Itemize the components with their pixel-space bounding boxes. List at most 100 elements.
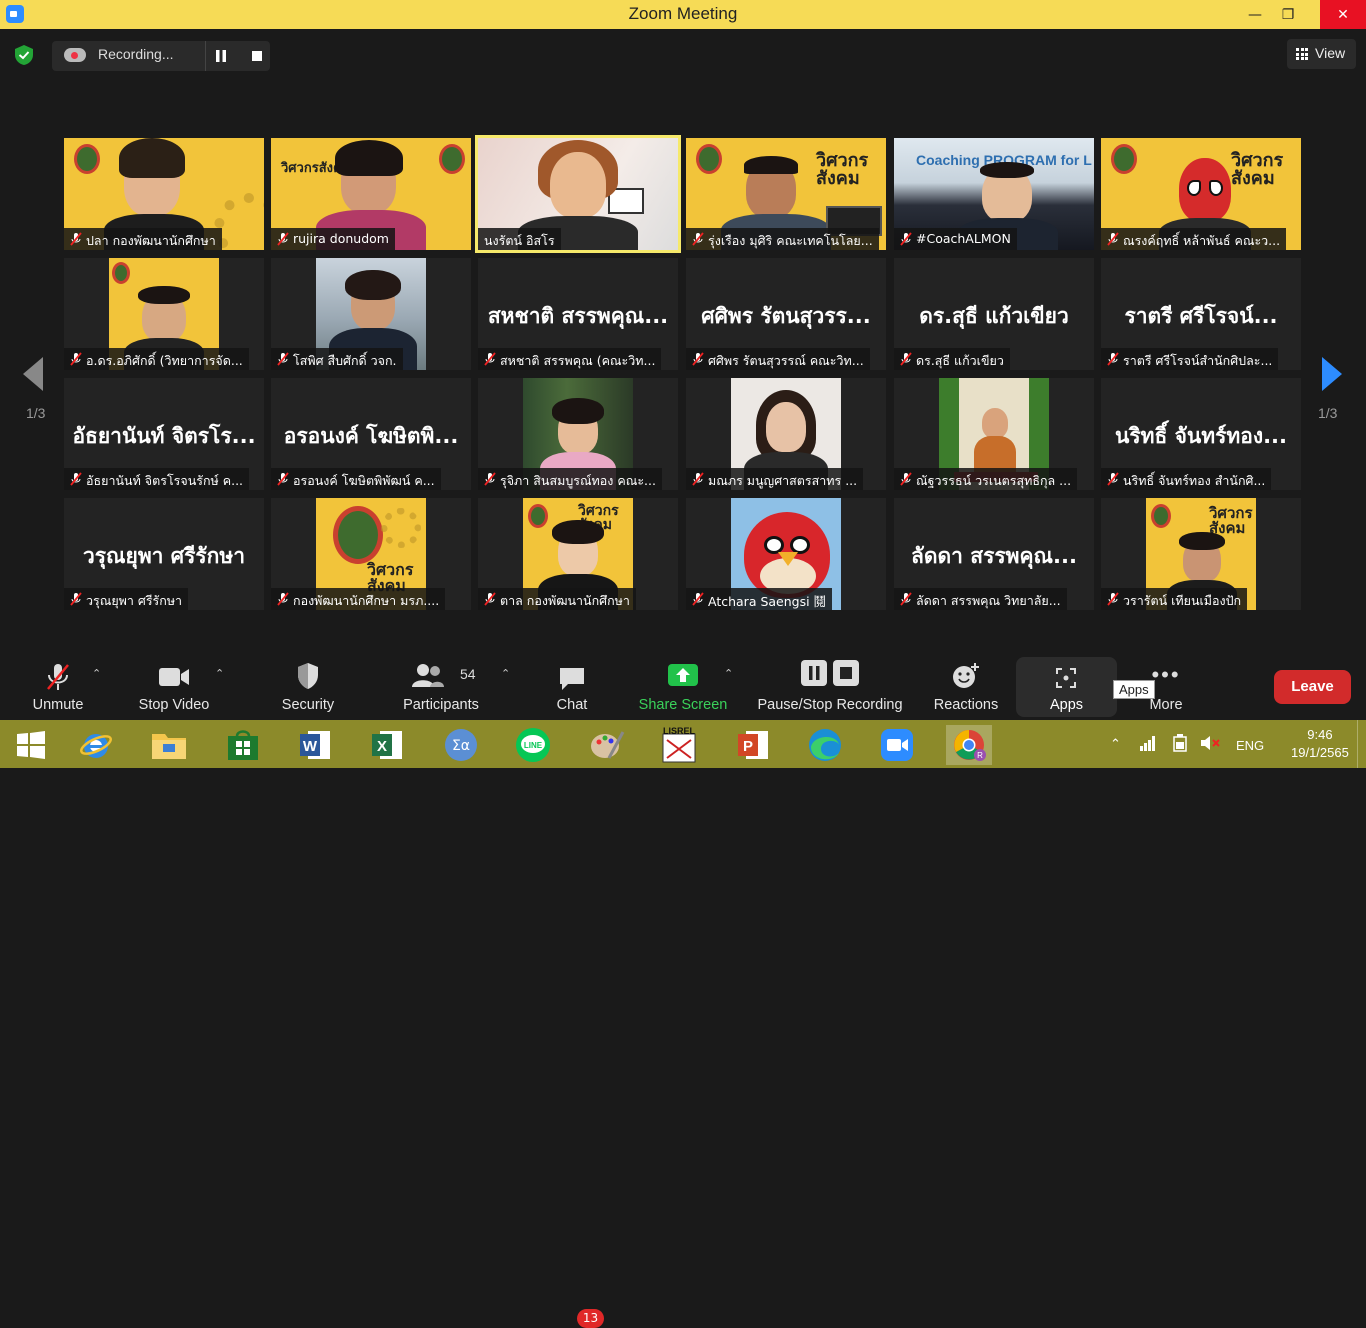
video-tile[interactable]: Coaching PROGRAM for L #CoachALMON xyxy=(894,138,1094,250)
next-page-arrow-icon[interactable] xyxy=(1320,357,1342,391)
video-tile[interactable]: โสพิศ สืบศักดิ์ วจก. xyxy=(271,258,471,370)
edge-browser-icon[interactable] xyxy=(802,725,848,765)
video-tile[interactable]: ดร.สุธี แก้วเขียว ดร.สุธี แก้วเขียว xyxy=(894,258,1094,370)
input-language[interactable]: ENG xyxy=(1236,738,1264,753)
start-button[interactable] xyxy=(8,725,54,765)
zoom-taskbar-icon[interactable] xyxy=(874,725,920,765)
stop-video-button[interactable]: Stop Video xyxy=(130,652,218,720)
unmute-button[interactable]: Unmute xyxy=(18,652,98,720)
reactions-label: Reactions xyxy=(933,697,999,713)
reactions-button[interactable]: Reactions xyxy=(928,652,1004,720)
file-explorer-icon[interactable] xyxy=(146,725,192,765)
volume-muted-icon[interactable] xyxy=(1200,735,1220,751)
video-tile[interactable]: ณัฐวรรธน์ วรเนตรสุทธิกุล ... xyxy=(894,378,1094,490)
show-desktop-button[interactable] xyxy=(1357,720,1366,768)
participant-face xyxy=(550,152,606,218)
video-tile[interactable]: สหชาติ สรรพคุณ... สหชาติ สรรพคุณ (คณะวิท… xyxy=(478,258,678,370)
excel-icon[interactable]: X xyxy=(364,725,410,765)
video-tile[interactable]: วรุณยุพา ศรีรักษา วรุณยุพา ศรีรักษา xyxy=(64,498,264,610)
video-tile[interactable]: อ.ดร.อภิศักดิ์ (วิทยาการจัด... xyxy=(64,258,264,370)
muted-mic-icon xyxy=(277,592,289,606)
recording-label: Recording... xyxy=(98,46,174,62)
video-tile[interactable]: วิศวกรสังคม ตาล กองพัฒนานักศึกษา xyxy=(478,498,678,610)
video-tile[interactable]: ราตรี ศรีโรจน์... ราตรี ศรีโรจน์สำนักศิป… xyxy=(1101,258,1301,370)
video-tile[interactable]: ศศิพร รัตนสุวรร... ศศิพร รัตนสุวรรณ์ คณะ… xyxy=(686,258,886,370)
participant-hair xyxy=(345,270,401,300)
participant-display-name: ลัดดา สรรพคุณ... xyxy=(911,544,1077,568)
participant-display-name: อรอนงค์ โฆษิตพิ... xyxy=(283,424,459,448)
muted-mic-icon xyxy=(692,472,704,486)
battery-icon[interactable] xyxy=(1172,734,1188,752)
muted-mic-icon xyxy=(1107,472,1119,486)
network-signal-icon[interactable] xyxy=(1140,735,1156,751)
video-tile[interactable]: อัธยานันท์ จิตรโร... อัธยานันท์ จิตรโรจน… xyxy=(64,378,264,490)
gear-decoration xyxy=(381,508,421,548)
show-hidden-icons-caret[interactable]: ⌃ xyxy=(1110,736,1121,752)
video-tile[interactable]: อรอนงค์ โฆษิตพิ... อรอนงค์ โฆษิตพิพัฒน์ … xyxy=(271,378,471,490)
lisrel-icon[interactable]: LISREL xyxy=(656,725,702,765)
participant-display-name: ศศิพร รัตนสุวรร... xyxy=(701,304,871,328)
participant-display-name: นริทธิ์ จันทร์ทอง... xyxy=(1114,424,1288,448)
internet-explorer-icon[interactable] xyxy=(73,725,119,765)
svg-text:Σα: Σα xyxy=(452,738,470,754)
participant-name: อัธยานันท์ จิตรโรจนรักษ์ ค... xyxy=(64,468,250,490)
participant-name: วรารัตน์ เทียนเมืองปัก xyxy=(1101,588,1248,610)
muted-mic-icon xyxy=(277,232,289,246)
chat-unread-badge: 13 xyxy=(577,1309,604,1328)
video-options-caret-icon[interactable]: ⌃ xyxy=(215,667,224,680)
chat-button[interactable]: Chat xyxy=(540,652,604,720)
encryption-shield-icon[interactable] xyxy=(13,44,35,66)
paint-icon[interactable] xyxy=(584,725,630,765)
powerpoint-icon[interactable]: P xyxy=(730,725,776,765)
clock-date: 19/1/2565 xyxy=(1291,745,1349,760)
maximize-button[interactable]: ❐ xyxy=(1268,0,1308,29)
muted-mic-icon xyxy=(692,232,704,246)
participant-display-name: ดร.สุธี แก้วเขียว xyxy=(919,304,1069,328)
apps-label: Apps xyxy=(1049,697,1084,713)
line-app-icon[interactable]: LINE xyxy=(510,725,556,765)
audio-options-caret-icon[interactable]: ⌃ xyxy=(92,667,101,680)
video-tile[interactable]: รุจิภา สินสมบูรณ์ทอง คณะ... xyxy=(478,378,678,490)
brand-logo-text: วิศวกรสังคม xyxy=(1209,504,1253,537)
leave-button[interactable]: Leave xyxy=(1274,670,1351,704)
window-titlebar: Zoom Meeting — ❐ ✕ xyxy=(0,0,1366,29)
video-tile[interactable]: ปลา กองพัฒนานักศึกษา xyxy=(64,138,264,250)
video-tile[interactable]: วิศวกรสังคม ณรงค์ฤทธิ์ หล้าพันธ์ คณะว... xyxy=(1101,138,1301,250)
apps-icon xyxy=(1056,668,1076,688)
participants-button[interactable]: 54 Participants xyxy=(395,652,487,720)
share-screen-button[interactable]: Share Screen xyxy=(636,652,730,720)
calculator-math-icon[interactable]: Σα xyxy=(438,725,484,765)
recording-indicator: Recording... xyxy=(52,41,270,71)
active-speaker-tile[interactable]: นงรัตน์ อิสโร xyxy=(475,135,681,253)
stop-recording-icon[interactable] xyxy=(251,50,263,62)
apps-button[interactable]: Apps xyxy=(1016,657,1117,717)
video-tile[interactable]: วิศวกรสังคม รุ่งเรือง มุศิริ คณะเทคโนโลย… xyxy=(686,138,886,250)
muted-mic-icon xyxy=(900,592,912,606)
share-options-caret-icon[interactable]: ⌃ xyxy=(724,667,733,680)
video-camera-icon xyxy=(159,668,189,686)
participant-name: ณัฐวรรธน์ วรเนตรสุทธิกุล ... xyxy=(894,468,1078,490)
angry-bird-eye xyxy=(764,536,784,554)
video-tile[interactable]: ลัดดา สรรพคุณ... ลัดดา สรรพคุณ วิทยาลัย.… xyxy=(894,498,1094,610)
previous-page-arrow-icon[interactable] xyxy=(23,357,45,391)
participants-options-caret-icon[interactable]: ⌃ xyxy=(501,667,510,680)
microsoft-store-icon[interactable] xyxy=(220,725,266,765)
security-button[interactable]: Security xyxy=(270,652,346,720)
page-indicator-right: 1/3 xyxy=(1318,405,1338,421)
video-tile[interactable]: วิศวกรสังคม กองพัฒนานักศึกษา มรภ.... xyxy=(271,498,471,610)
university-seal-logo xyxy=(1151,504,1171,528)
chrome-browser-icon[interactable]: R xyxy=(946,725,992,765)
video-tile[interactable]: มณภร มนูญศาสตรสาทร ... xyxy=(686,378,886,490)
pause-recording-icon[interactable] xyxy=(215,50,227,62)
university-seal-logo xyxy=(439,144,465,174)
taskbar-clock[interactable]: 9:46 19/1/2565 xyxy=(1291,726,1349,762)
video-tile[interactable]: นริทธิ์ จันทร์ทอง... นริทธิ์ จันทร์ทอง ส… xyxy=(1101,378,1301,490)
video-tile[interactable]: วิศวกรสังคม วรารัตน์ เทียนเมืองปัก xyxy=(1101,498,1301,610)
view-button[interactable]: View xyxy=(1287,39,1356,69)
pause-stop-recording-button[interactable]: Pause/Stop Recording xyxy=(752,652,908,720)
word-icon[interactable]: W xyxy=(292,725,338,765)
participants-icon xyxy=(412,664,444,687)
video-tile[interactable]: Atchara Saengsi 鬩 xyxy=(686,498,886,610)
close-button[interactable]: ✕ xyxy=(1320,0,1366,29)
video-tile[interactable]: วิศวกรสังคม rujira donudom xyxy=(271,138,471,250)
